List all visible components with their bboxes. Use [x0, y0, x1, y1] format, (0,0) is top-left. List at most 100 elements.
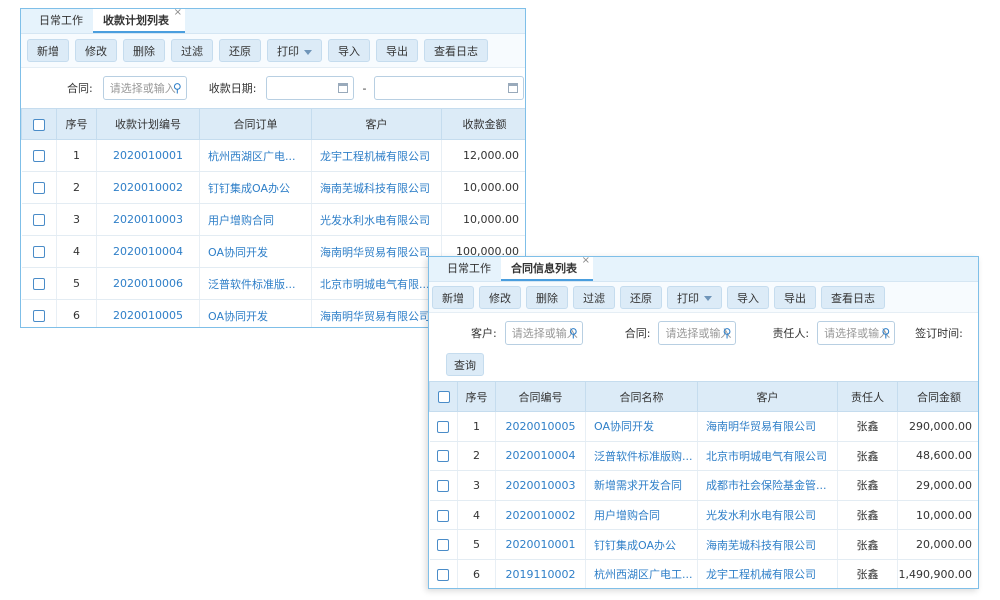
col-header[interactable]: 责任人 — [838, 382, 898, 412]
restore-button[interactable]: 还原 — [620, 286, 662, 309]
code-cell[interactable]: 2019110002 — [496, 559, 586, 589]
print-button[interactable]: 打印 — [667, 286, 722, 309]
code-cell[interactable]: 2020010004 — [496, 441, 586, 471]
customer-cell[interactable]: 海南明华贸易有限公司 — [698, 412, 838, 442]
import-button[interactable]: 导入 — [727, 286, 769, 309]
owner-input[interactable]: 请选择或输入⚲ — [817, 321, 895, 345]
import-button[interactable]: 导入 — [328, 39, 370, 62]
table-row[interactable]: 22020010004泛普软件标准版购...北京市明城电气有限公司张鑫48,60… — [430, 441, 980, 471]
row-checkbox[interactable] — [33, 214, 45, 226]
tab-payment-plan-list[interactable]: 收款计划列表× — [93, 8, 185, 33]
table-row[interactable]: 12020010001杭州西湖区广电...龙宇工程机械有限公司12,000.00 — [22, 140, 527, 172]
name-cell[interactable]: 用户增购合同 — [586, 500, 698, 530]
col-header[interactable]: 收款金额 — [442, 109, 527, 140]
col-header[interactable]: 序号 — [458, 382, 496, 412]
checkbox-cell[interactable] — [22, 204, 57, 236]
code-cell[interactable]: 2020010001 — [97, 140, 200, 172]
contract-input[interactable]: 请选择或输入⚲ — [658, 321, 736, 345]
close-icon[interactable]: × — [174, 8, 182, 25]
customer-cell[interactable]: 成都市社会保险基金管... — [698, 471, 838, 501]
query-button[interactable]: 查询 — [446, 353, 484, 376]
order-cell[interactable]: 泛普软件标准版... — [200, 268, 312, 300]
export-button[interactable]: 导出 — [774, 286, 816, 309]
row-checkbox[interactable] — [33, 310, 45, 322]
col-header[interactable]: 合同订单 — [200, 109, 312, 140]
checkbox-cell[interactable] — [22, 236, 57, 268]
col-header[interactable]: 收款计划编号 — [97, 109, 200, 140]
row-checkbox[interactable] — [437, 539, 449, 551]
row-checkbox[interactable] — [437, 421, 449, 433]
filter-button[interactable]: 过滤 — [171, 39, 213, 62]
order-cell[interactable]: 杭州西湖区广电... — [200, 140, 312, 172]
calendar-icon[interactable] — [338, 83, 348, 93]
name-cell[interactable]: 钉钉集成OA办公 — [586, 530, 698, 560]
row-checkbox[interactable] — [437, 480, 449, 492]
checkbox-cell[interactable] — [22, 300, 57, 329]
row-checkbox[interactable] — [437, 510, 449, 522]
contract-input[interactable]: 请选择或输入⚲ — [103, 76, 187, 100]
table-row[interactable]: 12020010005OA协同开发海南明华贸易有限公司张鑫290,000.00 — [430, 412, 980, 442]
checkbox-cell[interactable] — [22, 268, 57, 300]
name-cell[interactable]: 新增需求开发合同 — [586, 471, 698, 501]
search-icon[interactable]: ⚲ — [569, 326, 578, 340]
col-header[interactable]: 客户 — [312, 109, 442, 140]
code-cell[interactable]: 2020010005 — [496, 412, 586, 442]
checkbox-cell[interactable] — [430, 500, 458, 530]
name-cell[interactable]: 泛普软件标准版购... — [586, 441, 698, 471]
table-row[interactable]: 32020010003新增需求开发合同成都市社会保险基金管...张鑫29,000… — [430, 471, 980, 501]
order-cell[interactable]: 钉钉集成OA办公 — [200, 172, 312, 204]
date-end-input[interactable] — [374, 76, 524, 100]
col-header[interactable]: 合同编号 — [496, 382, 586, 412]
customer-cell[interactable]: 龙宇工程机械有限公司 — [312, 140, 442, 172]
code-cell[interactable]: 2020010003 — [496, 471, 586, 501]
customer-cell[interactable]: 北京市明城电气有限... — [312, 268, 442, 300]
customer-cell[interactable]: 光发水利水电有限公司 — [312, 204, 442, 236]
row-checkbox[interactable] — [33, 278, 45, 290]
code-cell[interactable]: 2020010005 — [97, 300, 200, 329]
row-checkbox[interactable] — [33, 150, 45, 162]
export-button[interactable]: 导出 — [376, 39, 418, 62]
select-all-checkbox[interactable] — [22, 109, 57, 140]
row-checkbox[interactable] — [33, 246, 45, 258]
code-cell[interactable]: 2020010006 — [97, 268, 200, 300]
row-checkbox[interactable] — [33, 182, 45, 194]
row-checkbox[interactable] — [437, 450, 449, 462]
table-row[interactable]: 22020010002钉钉集成OA办公海南芜城科技有限公司10,000.00 — [22, 172, 527, 204]
table-row[interactable]: 52020010001钉钉集成OA办公海南芜城科技有限公司张鑫20,000.00 — [430, 530, 980, 560]
col-header[interactable]: 序号 — [57, 109, 97, 140]
customer-cell[interactable]: 海南芜城科技有限公司 — [698, 530, 838, 560]
table-row[interactable]: 32020010003用户增购合同光发水利水电有限公司10,000.00 — [22, 204, 527, 236]
customer-cell[interactable]: 光发水利水电有限公司 — [698, 500, 838, 530]
add-button[interactable]: 新增 — [27, 39, 69, 62]
code-cell[interactable]: 2020010002 — [496, 500, 586, 530]
checkbox-cell[interactable] — [430, 441, 458, 471]
customer-cell[interactable]: 北京市明城电气有限公司 — [698, 441, 838, 471]
order-cell[interactable]: OA协同开发 — [200, 236, 312, 268]
order-cell[interactable]: 用户增购合同 — [200, 204, 312, 236]
checkbox-cell[interactable] — [430, 530, 458, 560]
filter-button[interactable]: 过滤 — [573, 286, 615, 309]
calendar-icon[interactable] — [508, 83, 518, 93]
customer-cell[interactable]: 龙宇工程机械有限公司 — [698, 559, 838, 589]
tab-contract-info-list[interactable]: 合同信息列表× — [501, 256, 593, 281]
customer-cell[interactable]: 海南明华贸易有限公司 — [312, 236, 442, 268]
date-start-input[interactable] — [266, 76, 354, 100]
code-cell[interactable]: 2020010003 — [97, 204, 200, 236]
col-header[interactable]: 合同名称 — [586, 382, 698, 412]
view-log-button[interactable]: 查看日志 — [424, 39, 488, 62]
search-icon[interactable]: ⚲ — [173, 81, 182, 95]
delete-button[interactable]: 删除 — [123, 39, 165, 62]
table-row[interactable]: 42020010002用户增购合同光发水利水电有限公司张鑫10,000.00 — [430, 500, 980, 530]
edit-button[interactable]: 修改 — [479, 286, 521, 309]
customer-input[interactable]: 请选择或输入⚲ — [505, 321, 583, 345]
checkbox-cell[interactable] — [430, 412, 458, 442]
order-cell[interactable]: OA协同开发 — [200, 300, 312, 329]
code-cell[interactable]: 2020010004 — [97, 236, 200, 268]
select-all-checkbox[interactable] — [430, 382, 458, 412]
edit-button[interactable]: 修改 — [75, 39, 117, 62]
customer-cell[interactable]: 海南芜城科技有限公司 — [312, 172, 442, 204]
checkbox-cell[interactable] — [430, 559, 458, 589]
checkbox-cell[interactable] — [430, 471, 458, 501]
table-row[interactable]: 62019110002杭州西湖区广电工...龙宇工程机械有限公司张鑫1,490,… — [430, 559, 980, 589]
checkbox-cell[interactable] — [22, 172, 57, 204]
